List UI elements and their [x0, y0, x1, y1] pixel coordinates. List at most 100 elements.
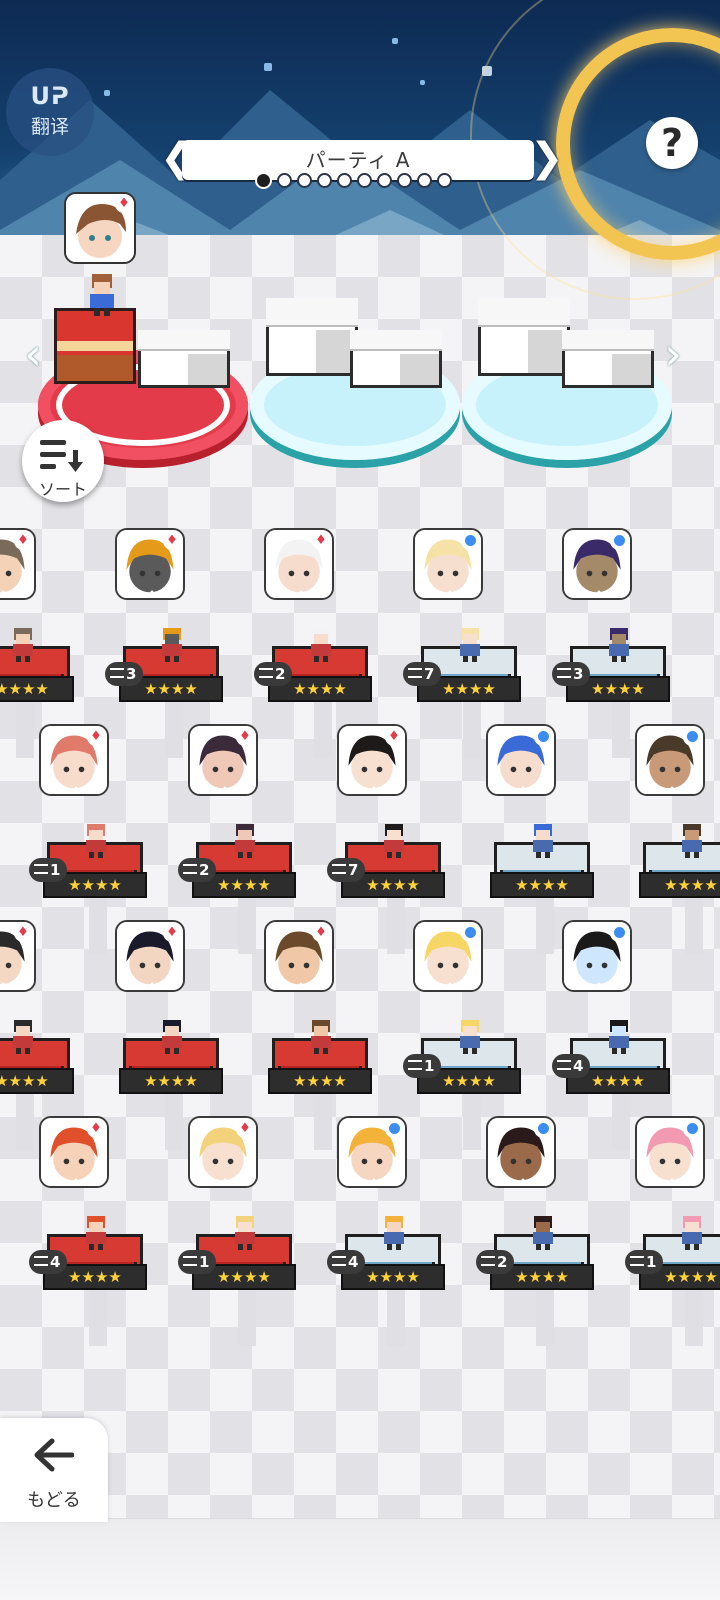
limit-break-tag: 4 — [327, 1250, 365, 1274]
character-sprite — [682, 824, 702, 858]
blue-element-badge — [385, 1120, 403, 1138]
roster-unit[interactable]: ★★★★ 1 — [403, 920, 531, 1150]
roster-unit[interactable]: ★★★★ 7 — [403, 528, 531, 758]
roster-unit[interactable]: ★★★★ — [633, 724, 720, 954]
unit-pedestal: ★★★★ 2 — [476, 1216, 594, 1290]
star-rating: ★★★★ — [639, 872, 720, 898]
roster-unit[interactable]: ★★★★ — [484, 724, 604, 954]
character-portrait: ♦ — [39, 1116, 109, 1188]
character-sprite — [609, 628, 629, 662]
unit-pedestal: ★★★★ 7 — [327, 824, 445, 898]
roster-unit[interactable]: ♦ ★★★★ — [262, 920, 382, 1150]
page-dot[interactable] — [297, 173, 312, 188]
roster-unit[interactable]: ♦ ★★★★ — [0, 528, 84, 758]
character-portrait — [337, 1116, 407, 1188]
limit-break-tag: 3 — [552, 662, 590, 686]
help-button[interactable]: ? — [646, 117, 698, 169]
stack-icon — [183, 1256, 197, 1266]
page-dot[interactable] — [317, 173, 332, 188]
limit-break-count: 4 — [50, 1253, 61, 1271]
sort-button[interactable]: ソート — [22, 420, 104, 502]
slot-nav-right[interactable]: › — [656, 333, 690, 377]
sort-icon — [40, 440, 83, 472]
page-dot[interactable] — [417, 173, 432, 188]
limit-break-count: 3 — [573, 665, 584, 683]
roster-unit[interactable]: ★★★★ 2 — [476, 1116, 604, 1346]
leader-portrait[interactable]: ♦ — [64, 192, 136, 264]
roster-unit[interactable]: ♦ ★★★★ 3 — [105, 528, 233, 758]
page-dot[interactable] — [437, 173, 452, 188]
character-sprite — [384, 824, 404, 858]
page-dot[interactable] — [277, 173, 292, 188]
unit-pedestal: ★★★★ 4 — [29, 1216, 147, 1290]
unit-pedestal: ★★★★ 2 — [178, 824, 296, 898]
roster-unit[interactable]: ♦ ★★★★ 7 — [327, 724, 455, 954]
character-portrait — [486, 724, 556, 796]
roster-unit[interactable]: ♦ ★★★★ 1 — [29, 724, 157, 954]
roster-unit[interactable]: ♦ ★★★★ 4 — [29, 1116, 157, 1346]
limit-break-tag: 1 — [403, 1054, 441, 1078]
empty-cube — [562, 330, 654, 388]
party-next-button[interactable]: ❯ — [530, 138, 564, 182]
unit-pedestal: ★★★★ 1 — [29, 824, 147, 898]
roster-unit[interactable]: ♦ ★★★★ — [0, 920, 84, 1150]
limit-break-tag: 3 — [105, 662, 143, 686]
character-sprite — [13, 1020, 33, 1054]
stack-icon — [183, 864, 197, 874]
page-dot[interactable] — [255, 172, 272, 189]
stack-icon — [557, 668, 571, 678]
character-sprite — [13, 628, 33, 662]
unit-pedestal: ★★★★ — [0, 1020, 74, 1094]
stack-icon — [557, 1060, 571, 1070]
party-slot-3[interactable] — [462, 290, 672, 470]
blue-element-badge — [534, 1120, 552, 1138]
character-portrait: ♦ — [264, 920, 334, 992]
limit-break-tag: 7 — [327, 858, 365, 882]
unit-pedestal: ★★★★ 1 — [625, 1216, 720, 1290]
roster-unit[interactable]: ★★★★ 3 — [552, 528, 680, 758]
page-dot[interactable] — [337, 173, 352, 188]
translate-label: 翻译 — [30, 116, 69, 138]
page-dot[interactable] — [397, 173, 412, 188]
limit-break-tag: 2 — [178, 858, 216, 882]
star-rating: ★★★★ — [119, 1068, 223, 1094]
limit-break-tag: 2 — [476, 1250, 514, 1274]
translate-button[interactable]: ᑌᕈ 翻译 — [6, 68, 94, 156]
unit-pedestal: ★★★★ 1 — [403, 1020, 521, 1094]
page-dot[interactable] — [377, 173, 392, 188]
unit-pedestal: ★★★★ 3 — [552, 628, 670, 702]
sky-star — [392, 38, 398, 44]
star-rating: ★★★★ — [490, 872, 594, 898]
roster-unit[interactable]: ♦ ★★★★ 1 — [178, 1116, 306, 1346]
slot-nav-left[interactable]: ‹ — [16, 333, 50, 377]
roster-unit[interactable]: ♦ ★★★★ 2 — [254, 528, 382, 758]
back-button[interactable]: もどる — [0, 1418, 108, 1522]
roster-unit[interactable]: ♦ ★★★★ 2 — [178, 724, 306, 954]
unit-pedestal: ★★★★ — [119, 1020, 223, 1094]
roster-unit[interactable]: ★★★★ 4 — [552, 920, 680, 1150]
red-element-badge: ♦ — [163, 532, 181, 550]
page-dot[interactable] — [357, 173, 372, 188]
roster-unit[interactable]: ★★★★ 4 — [327, 1116, 455, 1346]
character-sprite — [162, 1020, 182, 1054]
character-portrait — [635, 724, 705, 796]
red-element-badge: ♦ — [236, 1120, 254, 1138]
unit-pedestal: ★★★★ 3 — [105, 628, 223, 702]
character-sprite — [86, 1216, 106, 1250]
slot-pedestal — [54, 308, 136, 384]
character-portrait: ♦ — [188, 1116, 258, 1188]
unit-pedestal: ★★★★ 2 — [254, 628, 372, 702]
sort-label: ソート — [38, 480, 87, 499]
character-sprite — [235, 1216, 255, 1250]
blue-element-badge — [683, 1120, 701, 1138]
stack-icon — [630, 1256, 644, 1266]
limit-break-count: 1 — [424, 1057, 435, 1075]
red-element-badge: ♦ — [236, 728, 254, 746]
character-portrait: ♦ — [39, 724, 109, 796]
roster-unit[interactable]: ♦ ★★★★ — [113, 920, 233, 1150]
roster-unit[interactable]: ★★★★ 1 — [625, 1116, 720, 1346]
character-sprite — [311, 1020, 331, 1054]
character-sprite — [162, 628, 182, 662]
party-slot-2[interactable] — [250, 290, 460, 470]
game-scene: ᑌᕈ 翻译 ❮ パーティ A ❯ ? ♦ ‹ › ソート ♦ ★★★★ ♦ ★★… — [0, 0, 720, 1600]
